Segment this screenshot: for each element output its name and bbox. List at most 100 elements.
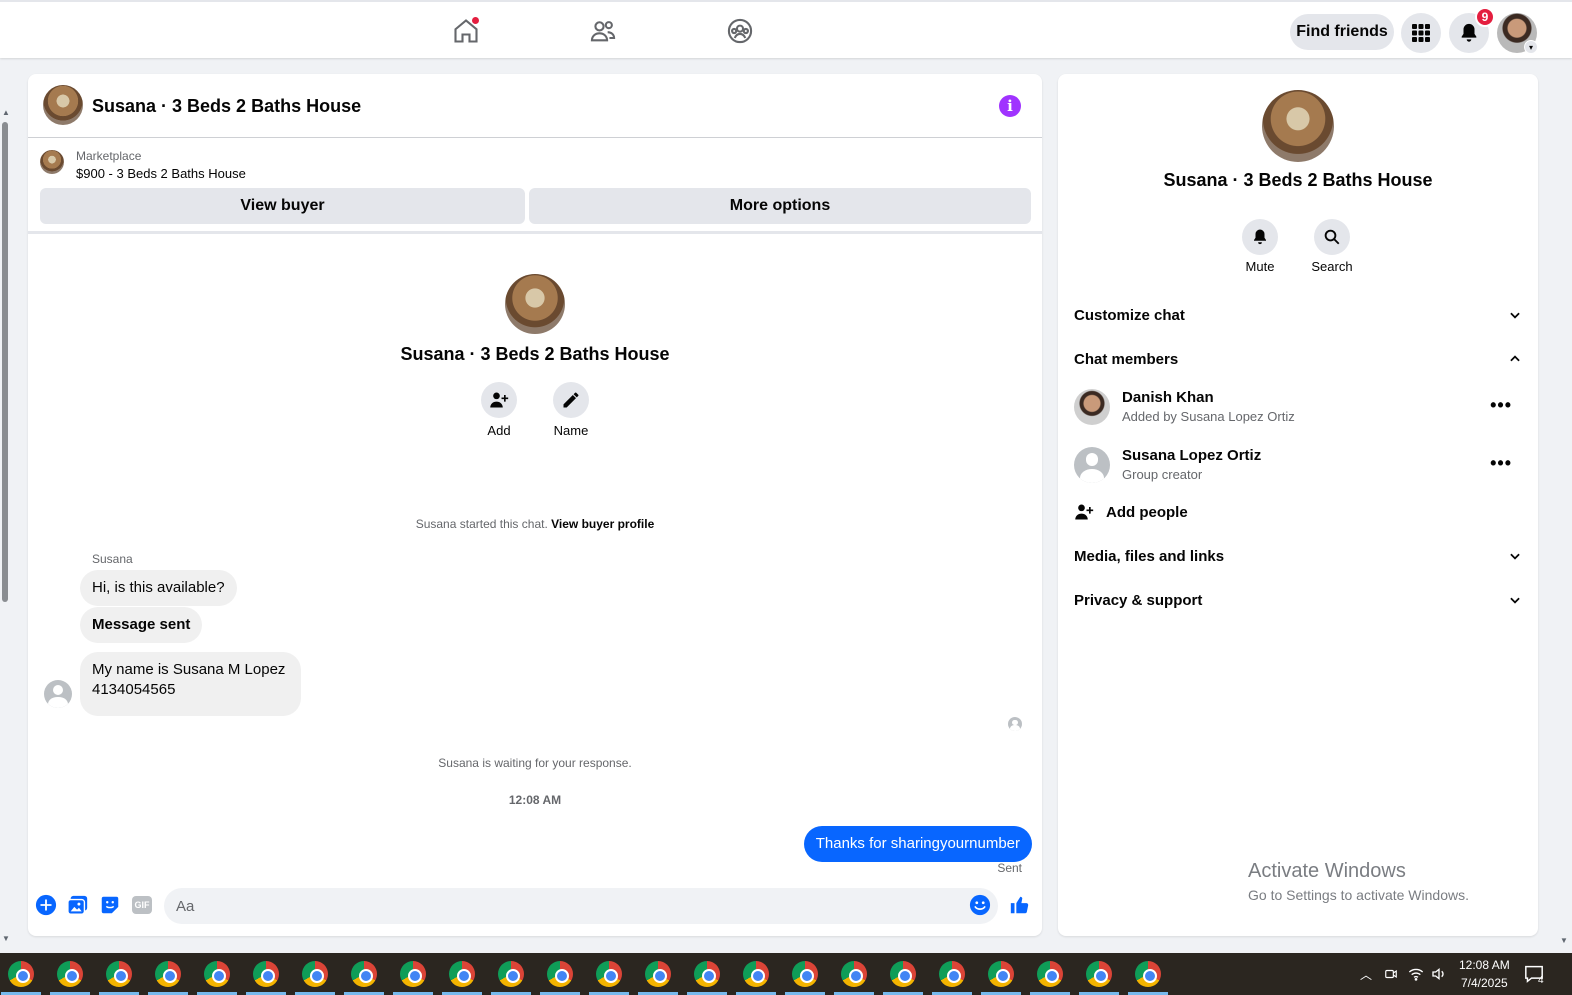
scroll-down-arrow-icon[interactable]: ▼ bbox=[2, 934, 10, 943]
sender-avatar[interactable] bbox=[44, 680, 72, 708]
taskbar-browser-window-icon[interactable] bbox=[890, 961, 916, 987]
view-buyer-profile-link[interactable]: View buyer profile bbox=[551, 517, 654, 531]
member-row[interactable]: Susana Lopez Ortiz Group creator ••• bbox=[1074, 445, 1522, 485]
gif-icon: GIF bbox=[132, 896, 152, 914]
privacy-support-label: Privacy & support bbox=[1074, 591, 1203, 609]
clock-date: 7/4/2025 bbox=[1460, 976, 1508, 990]
info-icon[interactable]: i bbox=[999, 95, 1021, 117]
activate-windows-watermark: Activate Windows Go to Settings to activ… bbox=[1248, 860, 1469, 903]
taskbar-clock[interactable]: 12:08 AM 7/4/2025 bbox=[1459, 956, 1510, 992]
taskbar-browser-window-icon[interactable] bbox=[694, 961, 720, 987]
find-friends-button[interactable]: Find friends bbox=[1290, 14, 1394, 50]
taskbar-browser-window-icon[interactable] bbox=[988, 961, 1014, 987]
taskbar-browser-window-icon[interactable] bbox=[743, 961, 769, 987]
tray-chevron-up-icon[interactable]: ︿ bbox=[1360, 953, 1372, 995]
action-center-button[interactable]: 4 bbox=[1524, 953, 1544, 995]
chevron-up-icon bbox=[1510, 355, 1520, 362]
like-button[interactable] bbox=[1009, 894, 1031, 916]
page-scrollbar[interactable]: ▲ ▼ bbox=[0, 108, 10, 948]
taskbar-browser-window-icon[interactable] bbox=[204, 961, 230, 987]
media-files-links-section[interactable]: Media, files and links bbox=[1074, 544, 1522, 568]
chevron-down-icon[interactable]: ▾ bbox=[1524, 40, 1538, 54]
taskbar-browser-window-icon[interactable] bbox=[253, 961, 279, 987]
incoming-message[interactable]: Message sent bbox=[80, 607, 203, 643]
taskbar-browser-window-icon[interactable] bbox=[645, 961, 671, 987]
gif-label: GIF bbox=[134, 900, 150, 910]
taskbar-browser-window-icon[interactable] bbox=[351, 961, 377, 987]
scroll-up-arrow-icon[interactable]: ▲ bbox=[2, 108, 10, 117]
view-buyer-button[interactable]: View buyer bbox=[40, 188, 525, 224]
home-nav-button[interactable] bbox=[446, 14, 486, 48]
incoming-message[interactable]: My name is Susana M Lopez 4134054565 bbox=[80, 652, 302, 716]
outgoing-message[interactable]: Thanks for sharingyournumber bbox=[803, 826, 1032, 862]
chat-title[interactable]: Susana · 3 Beds 2 Baths House bbox=[92, 96, 361, 117]
sticker-button[interactable] bbox=[99, 894, 121, 916]
member-avatar[interactable] bbox=[1074, 389, 1110, 425]
taskbar-browser-window-icon[interactable] bbox=[155, 961, 181, 987]
taskbar-browser-window-icon[interactable] bbox=[1086, 961, 1112, 987]
more-options-icon[interactable]: ••• bbox=[1490, 395, 1512, 416]
notifications-button[interactable]: 9 bbox=[1449, 7, 1495, 53]
member-row[interactable]: Danish Khan Added by Susana Lopez Ortiz … bbox=[1074, 387, 1522, 427]
right-scrollbar[interactable]: ▼ bbox=[1556, 60, 1572, 950]
volume-icon[interactable] bbox=[1431, 953, 1447, 995]
scroll-down-arrow-icon[interactable]: ▼ bbox=[1560, 936, 1568, 945]
taskbar-browser-window-icon[interactable] bbox=[106, 961, 132, 987]
taskbar-browser-window-icon[interactable] bbox=[57, 961, 83, 987]
edit-name-button[interactable] bbox=[553, 382, 589, 418]
incoming-message[interactable]: Hi, is this available? bbox=[80, 570, 237, 606]
taskbar-browser-window-icon[interactable] bbox=[1037, 961, 1063, 987]
mute-button[interactable] bbox=[1242, 219, 1278, 255]
intro-title: Susana · 3 Beds 2 Baths House bbox=[400, 344, 670, 364]
wifi-icon[interactable] bbox=[1408, 953, 1424, 995]
chat-members-label: Chat members bbox=[1074, 350, 1179, 368]
notification-badge: 9 bbox=[1475, 7, 1495, 27]
more-actions-button[interactable] bbox=[35, 894, 57, 916]
camera-icon bbox=[1385, 969, 1397, 979]
taskbar-browser-window-icon[interactable] bbox=[498, 961, 524, 987]
listing-thumbnail[interactable] bbox=[40, 150, 64, 174]
taskbar-browser-window-icon[interactable] bbox=[8, 961, 34, 987]
taskbar-browser-window-icon[interactable] bbox=[302, 961, 328, 987]
attach-photo-button[interactable] bbox=[67, 894, 89, 916]
customize-chat-label: Customize chat bbox=[1074, 306, 1185, 324]
taskbar-browser-window-icon[interactable] bbox=[841, 961, 867, 987]
more-options-icon[interactable]: ••• bbox=[1490, 453, 1512, 474]
taskbar-browser-window-icon[interactable] bbox=[792, 961, 818, 987]
meet-now-icon[interactable] bbox=[1384, 953, 1398, 995]
message-input[interactable] bbox=[164, 888, 998, 924]
smiley-icon bbox=[969, 894, 991, 916]
menu-button[interactable] bbox=[1401, 13, 1441, 53]
groups-nav-button[interactable] bbox=[720, 14, 760, 48]
taskbar-browser-window-icon[interactable] bbox=[939, 961, 965, 987]
chat-started-text: Susana started this chat. bbox=[415, 517, 548, 531]
bell-icon bbox=[1254, 229, 1266, 245]
clock-time: 12:08 AM bbox=[1459, 958, 1510, 972]
taskbar-browser-window-icon[interactable] bbox=[1135, 961, 1161, 987]
member-subtitle: Added by Susana Lopez Ortiz bbox=[1122, 409, 1295, 424]
customize-chat-section[interactable]: Customize chat bbox=[1074, 303, 1522, 327]
gif-button[interactable]: GIF bbox=[131, 894, 153, 916]
listing-title[interactable]: $900 - 3 Beds 2 Baths House bbox=[76, 166, 246, 181]
scroll-thumb[interactable] bbox=[2, 122, 8, 602]
taskbar-browser-window-icon[interactable] bbox=[449, 961, 475, 987]
search-in-chat-button[interactable] bbox=[1314, 219, 1350, 255]
taskbar-browser-window-icon[interactable] bbox=[547, 961, 573, 987]
action-center-count: 4 bbox=[1538, 974, 1544, 986]
chat-members-section[interactable]: Chat members bbox=[1074, 347, 1522, 371]
chat-started-notice: Susana started this chat. View buyer pro… bbox=[28, 517, 1042, 531]
add-member-button[interactable] bbox=[481, 382, 517, 418]
add-people-button[interactable]: Add people bbox=[1074, 502, 1188, 522]
activate-windows-subtitle: Go to Settings to activate Windows. bbox=[1248, 887, 1469, 903]
privacy-support-section[interactable]: Privacy & support bbox=[1074, 588, 1522, 612]
more-options-button[interactable]: More options bbox=[529, 188, 1031, 224]
friends-nav-button[interactable] bbox=[583, 14, 623, 48]
emoji-button[interactable] bbox=[969, 894, 991, 916]
taskbar-browser-window-icon[interactable] bbox=[596, 961, 622, 987]
taskbar-browser-window-icon[interactable] bbox=[400, 961, 426, 987]
chat-avatar[interactable] bbox=[43, 85, 83, 125]
sender-name: Susana bbox=[92, 552, 133, 566]
group-avatar[interactable] bbox=[1262, 90, 1334, 162]
member-avatar[interactable] bbox=[1074, 447, 1110, 483]
read-receipt-avatar bbox=[1008, 717, 1022, 731]
